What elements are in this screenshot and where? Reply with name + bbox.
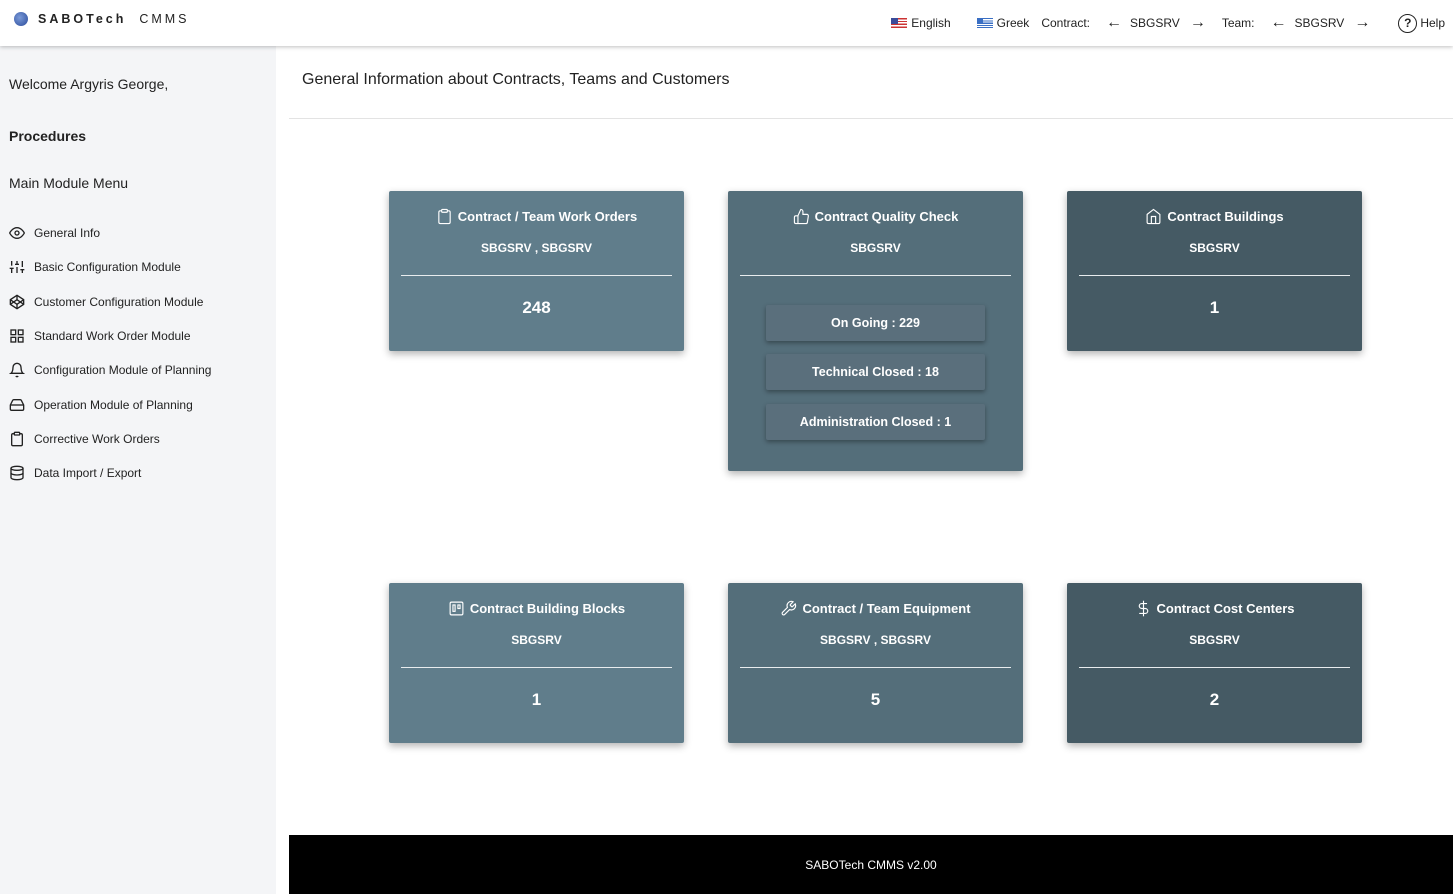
database-icon (10, 465, 24, 481)
greek-flag-icon (976, 18, 993, 28)
contract-value: SBGSRV (1130, 16, 1180, 30)
administration-closed-button[interactable]: Administration Closed : 1 (766, 404, 985, 440)
main-module-menu-heading[interactable]: Main Module Menu (9, 175, 128, 191)
sidebar-item-label: Standard Work Order Module (34, 329, 191, 344)
help-label: Help (1420, 16, 1445, 30)
brand-name-light: CMMS (139, 12, 190, 26)
sidebar-item-label: Basic Configuration Module (34, 260, 181, 275)
top-bar: SABOTech CMMS English Greek Contract: ← … (0, 0, 1453, 46)
card-subtitle: SBGSRV (1189, 633, 1240, 647)
help-icon: ? (1398, 13, 1418, 33)
sidebar-item-customer-configuration[interactable]: Customer Configuration Module (9, 285, 211, 319)
card-subtitle: SBGSRV , SBGSRV (820, 633, 931, 647)
team-prev-arrow-icon[interactable]: ← (1269, 14, 1289, 32)
card-divider (401, 667, 672, 668)
eye-icon (9, 227, 25, 240)
brand-name-bold: SABOTech (38, 12, 127, 26)
thumbs-up-icon (793, 208, 809, 225)
lang-english-label: English (911, 16, 951, 30)
card-subtitle: SBGSRV (850, 241, 901, 255)
card-divider (740, 667, 1011, 668)
sidebar-item-standard-work-order[interactable]: Standard Work Order Module (9, 319, 211, 353)
contract-prev-arrow-icon[interactable]: ← (1104, 14, 1124, 32)
sidebar-item-label: Customer Configuration Module (34, 294, 204, 309)
sidebar-item-label: General Info (34, 226, 101, 241)
sidebar-item-corrective-work-orders[interactable]: Corrective Work Orders (9, 422, 211, 456)
clipboard-icon (438, 208, 451, 225)
brand-logo-icon (14, 12, 28, 26)
card-value: 2 (1209, 690, 1220, 709)
card-subtitle: SBGSRV (511, 633, 562, 647)
card-subtitle: SBGSRV , SBGSRV (481, 241, 592, 255)
procedures-heading[interactable]: Procedures (9, 128, 86, 144)
card-divider (740, 275, 1011, 276)
equipment-card[interactable]: Contract / Team Equipment SBGSRV , SBGSR… (728, 583, 1023, 743)
technical-closed-button[interactable]: Technical Closed : 18 (766, 354, 985, 390)
ongoing-button[interactable]: On Going : 229 (766, 305, 985, 341)
card-title: Contract / Team Work Orders (457, 209, 638, 224)
lang-greek-button[interactable]: Greek (976, 16, 1030, 30)
card-value: 5 (870, 690, 881, 709)
dollar-sign-icon (1138, 600, 1148, 617)
card-title: Contract Quality Check (814, 209, 959, 224)
lang-greek-label: Greek (996, 16, 1030, 30)
title-divider (289, 118, 1453, 119)
top-nav: English Greek Contract: ← SBGSRV → Team:… (891, 0, 1445, 46)
contract-label: Contract: (1041, 16, 1090, 30)
footer: SABOTech CMMS v2.00 (289, 835, 1453, 894)
card-divider (401, 275, 672, 276)
sidebar-item-operation-planning[interactable]: Operation Module of Planning (9, 387, 211, 421)
lang-english-button[interactable]: English (891, 16, 951, 30)
sidebar-item-label: Data Import / Export (34, 466, 142, 481)
trello-icon (449, 601, 464, 616)
contract-next-arrow-icon[interactable]: → (1188, 14, 1208, 32)
sidebar-item-basic-configuration[interactable]: Basic Configuration Module (9, 250, 211, 284)
bell-icon (9, 363, 25, 378)
sidebar-item-label: Operation Module of Planning (34, 397, 193, 412)
us-flag-icon (891, 18, 908, 28)
card-subtitle: SBGSRV (1189, 241, 1240, 255)
card-value: 248 (522, 298, 551, 317)
card-value: 1 (531, 690, 542, 709)
work-orders-card[interactable]: Contract / Team Work Orders SBGSRV , SBG… (389, 191, 684, 351)
team-value: SBGSRV (1294, 16, 1345, 30)
card-divider (1079, 275, 1350, 276)
sidebar-item-general-info[interactable]: General Info (9, 216, 211, 250)
codepen-icon (9, 294, 25, 310)
page-title: General Information about Contracts, Tea… (302, 71, 730, 88)
sidebar-item-data-import-export[interactable]: Data Import / Export (9, 456, 211, 490)
sidebar-item-label: Configuration Module of Planning (34, 363, 212, 378)
card-value: 1 (1209, 298, 1220, 317)
card-title: Contract Cost Centers (1156, 601, 1295, 616)
tool-icon (782, 600, 797, 616)
help-button[interactable]: ? Help (1398, 13, 1445, 33)
card-title: Contract Buildings (1167, 209, 1284, 224)
buildings-card[interactable]: Contract Buildings SBGSRV 1 (1067, 191, 1362, 351)
brand-name: SABOTech CMMS (38, 12, 190, 26)
brand[interactable]: SABOTech CMMS (14, 12, 190, 26)
sidebar-item-configuration-planning[interactable]: Configuration Module of Planning (9, 353, 211, 387)
building-blocks-card[interactable]: Contract Building Blocks SBGSRV 1 (389, 583, 684, 743)
card-title: Contract / Team Equipment (802, 601, 971, 616)
sidebar-item-label: Corrective Work Orders (34, 431, 160, 446)
team-label: Team: (1221, 16, 1255, 30)
sidebar-menu: General Info Basic Configuration Module … (9, 216, 211, 490)
card-title: Contract Building Blocks (469, 601, 626, 616)
card-divider (1079, 667, 1350, 668)
footer-text: SABOTech CMMS v2.00 (805, 857, 937, 872)
cost-centers-card[interactable]: Contract Cost Centers SBGSRV 2 (1067, 583, 1362, 743)
welcome-text: Welcome Argyris George, (9, 76, 169, 92)
clipboard-icon (11, 431, 23, 447)
quality-check-card: Contract Quality Check SBGSRV On Going :… (728, 191, 1023, 471)
grid-icon (10, 329, 24, 343)
sliders-icon (9, 261, 25, 274)
sidebar: Welcome Argyris George, Procedures Main … (0, 46, 276, 894)
hard-drive-icon (9, 398, 25, 411)
home-icon (1146, 208, 1161, 225)
team-next-arrow-icon[interactable]: → (1352, 14, 1372, 32)
